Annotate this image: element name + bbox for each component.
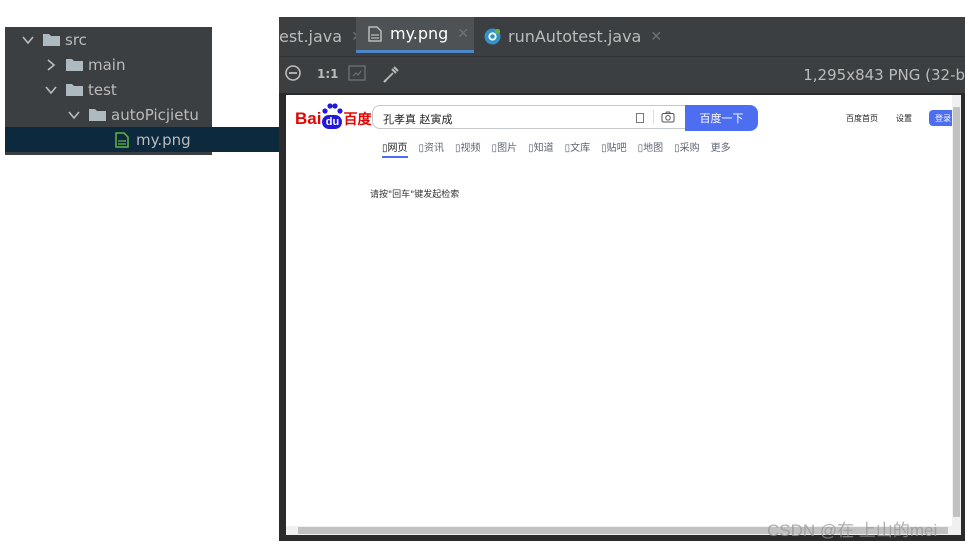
nav-tab-zhidao[interactable]: ▯知道 (528, 139, 554, 158)
search-nav-tabs: ▯网页 ▯资讯 ▯视频 ▯图片 ▯知道 ▯文库 ▯贴吧 ▯地图 ▯采购 更多 (382, 139, 742, 158)
editor-window: est.java ✕ my.png ✕ runAutotest.java ✕ 1… (279, 17, 965, 541)
keyboard-icon[interactable] (636, 113, 644, 123)
tab-label: my.png (390, 24, 449, 43)
project-tree: src main test autoPicjietu my.png (5, 27, 322, 155)
link-settings[interactable]: 设置 (896, 113, 912, 124)
nav-tab-more[interactable]: 更多 (711, 139, 731, 158)
logo-text-bai: Bai (295, 109, 322, 128)
tree-item-main[interactable]: main (5, 52, 251, 77)
tab-label: est.java (279, 27, 343, 46)
search-hint: 请按"回车"键发起检索 (370, 190, 460, 200)
paw-icon (322, 103, 344, 114)
java-class-icon (484, 28, 501, 45)
search-input[interactable]: 孔孝真 赵寅成 (372, 105, 685, 129)
nav-tab-map[interactable]: ▯地图 (638, 139, 664, 158)
image-toolbar: 1:1 1,295x843 PNG (32-b (279, 57, 965, 93)
tab-runautotest-java[interactable]: runAutotest.java ✕ (484, 17, 662, 56)
tree-item-src[interactable]: src (5, 27, 228, 52)
color-picker-button[interactable] (383, 65, 399, 83)
chevron-down-icon[interactable] (21, 33, 35, 47)
tree-item-label: main (88, 55, 126, 74)
editor-tab-bar: est.java ✕ my.png ✕ runAutotest.java ✕ (279, 17, 965, 57)
fit-window-icon (348, 65, 366, 81)
link-baidu-home[interactable]: 百度首页 (846, 113, 878, 124)
folder-icon (66, 83, 83, 96)
close-icon[interactable]: ✕ (457, 26, 469, 42)
baidu-logo: Bai du 百度 (295, 103, 372, 129)
nav-tab-purchase[interactable]: ▯采购 (674, 139, 700, 158)
logo-text-du: du (322, 115, 343, 129)
nav-tab-news[interactable]: ▯资讯 (419, 139, 445, 158)
tab-my-png[interactable]: my.png ✕ (356, 17, 474, 53)
chevron-down-icon[interactable] (44, 83, 58, 97)
nav-tab-tieba[interactable]: ▯贴吧 (601, 139, 627, 158)
tree-item-label: my.png (136, 130, 191, 149)
camera-icon[interactable] (661, 111, 675, 123)
tree-item-label: src (65, 30, 87, 49)
vertical-scroll-thumb[interactable] (953, 107, 960, 517)
zoom-out-icon (285, 65, 301, 81)
image-info: 1,295x843 PNG (32-b (803, 66, 965, 84)
folder-icon (43, 33, 60, 46)
close-icon[interactable]: ✕ (650, 29, 662, 45)
chevron-right-icon[interactable] (44, 58, 58, 72)
zoom-out-button[interactable] (285, 65, 301, 81)
tree-item-my-png[interactable]: my.png (5, 127, 322, 152)
tab-label: runAutotest.java (508, 27, 642, 46)
vertical-scrollbar[interactable] (952, 95, 961, 535)
tree-item-test[interactable]: test (5, 77, 251, 102)
image-file-icon (368, 25, 382, 42)
folder-icon (89, 108, 106, 121)
tree-item-autopicjietu[interactable]: autoPicjietu (5, 102, 274, 127)
chevron-down-icon[interactable] (67, 108, 81, 122)
image-preview: Bai du 百度 孔孝真 赵寅成 百度一下 ▯网页 ▯资讯 ▯视频 ▯图片 ▯… (286, 95, 961, 535)
tree-item-label: test (88, 80, 117, 99)
search-value: 孔孝真 赵寅成 (383, 113, 453, 126)
tab-est-java[interactable]: est.java ✕ (279, 17, 363, 56)
paw-logo-mark: du (321, 103, 344, 129)
search-button[interactable]: 百度一下 (685, 105, 758, 131)
nav-tab-webpage[interactable]: ▯网页 (382, 139, 408, 158)
divider (653, 110, 654, 124)
fit-zoom-button[interactable] (348, 65, 366, 81)
nav-tab-images[interactable]: ▯图片 (492, 139, 518, 158)
tree-item-label: autoPicjietu (111, 105, 199, 124)
nav-tab-wenku[interactable]: ▯文库 (565, 139, 591, 158)
eyedropper-icon (383, 66, 399, 83)
logo-text-baidu: 百度 (343, 111, 372, 127)
nav-tab-video[interactable]: ▯视频 (455, 139, 481, 158)
image-file-icon (115, 131, 129, 148)
folder-icon (66, 58, 83, 71)
watermark: CSDN @在 上山的mei (767, 521, 938, 540)
actual-size-button[interactable]: 1:1 (317, 67, 339, 81)
